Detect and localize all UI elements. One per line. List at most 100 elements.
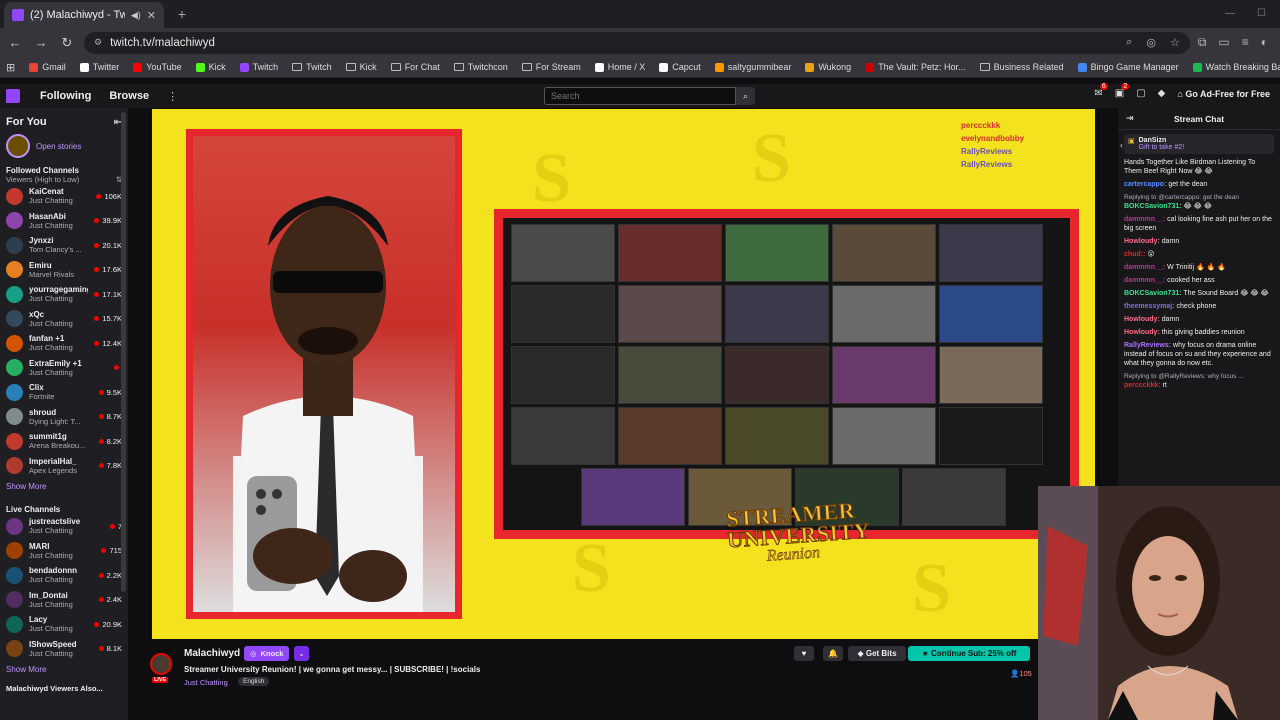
sidebar-channel-item[interactable]: Im_Dontai Just Chatting 2.4K bbox=[0, 588, 128, 613]
streamer-name[interactable]: Malachiwyd bbox=[184, 648, 240, 659]
bookmark-item[interactable]: Kick bbox=[195, 62, 226, 72]
maximize-icon[interactable]: ☐ bbox=[1257, 8, 1266, 19]
bookmark-item[interactable]: Wukong bbox=[805, 62, 851, 72]
sidebar-channel-item[interactable]: shroud Dying Light: T... 8.7K bbox=[0, 405, 128, 430]
sidebar-channel-item[interactable]: MARI Just Chatting 715 bbox=[0, 539, 128, 564]
chat-message[interactable]: dammmn__: cal looking fine ash put her o… bbox=[1124, 215, 1274, 233]
sidebar-channel-item[interactable]: summit1g Arena Breakou... 8.2K bbox=[0, 429, 128, 454]
bookmark-item[interactable]: Capcut bbox=[659, 62, 701, 72]
ad-free-button[interactable]: ⌂ Go Ad-Free for Free bbox=[1177, 89, 1270, 99]
sidebar-channel-item[interactable]: ExtraEmily +1 Just Chatting bbox=[0, 356, 128, 381]
chat-username[interactable]: Howloudy: bbox=[1124, 316, 1160, 323]
chat-username[interactable]: dammmn__: bbox=[1124, 216, 1165, 223]
get-bits-button[interactable]: ◆ Get Bits bbox=[848, 646, 906, 661]
chat-username[interactable]: dammmn__: bbox=[1124, 264, 1165, 271]
search-icon[interactable]: ⌕ bbox=[736, 87, 755, 105]
new-tab-button[interactable]: + bbox=[172, 4, 192, 24]
sidebar-channel-item[interactable]: Jynxzi Tom Clancy's ... 20.1K bbox=[0, 233, 128, 258]
back-icon[interactable]: ← bbox=[6, 35, 24, 50]
sidebar-channel-item[interactable]: fanfan +1 Just Chatting 12.4K bbox=[0, 331, 128, 356]
profile-icon[interactable]: ◐ bbox=[1261, 35, 1268, 50]
bookmark-item[interactable]: For Chat bbox=[390, 62, 440, 72]
notification-bell-icon[interactable]: 🔔 bbox=[823, 646, 843, 661]
sidebar-channel-item[interactable]: Emiru Marvel Rivals 17.6K bbox=[0, 258, 128, 283]
bookmark-item[interactable]: Twitch bbox=[239, 62, 278, 72]
bookmark-item[interactable]: Gmail bbox=[29, 62, 66, 72]
menu-list-icon[interactable]: ≡ bbox=[1242, 35, 1249, 50]
bookmark-item[interactable]: The Vault: Petz: Hor... bbox=[865, 62, 966, 72]
notifications-icon[interactable]: ▣ 2 bbox=[1115, 83, 1130, 99]
reload-icon[interactable]: ↻ bbox=[58, 35, 76, 51]
chat-username[interactable]: Howloudy: bbox=[1124, 329, 1160, 336]
bookmark-item[interactable]: Watch Breaking Bad... bbox=[1192, 62, 1280, 72]
sidebar-channel-item[interactable]: xQc Just Chatting 15.7K bbox=[0, 307, 128, 332]
bookmark-item[interactable]: Kick bbox=[345, 62, 377, 72]
chat-username[interactable]: Howloudy: bbox=[1124, 238, 1160, 245]
eye-slash-icon[interactable]: ◎ bbox=[1146, 36, 1156, 49]
bookmark-item[interactable]: Home / X bbox=[594, 62, 645, 72]
sidebar-channel-item[interactable]: bendadonnn Just Chatting 2.2K bbox=[0, 563, 128, 588]
twitch-logo-icon[interactable] bbox=[6, 89, 20, 103]
whispers-icon[interactable]: ▢ bbox=[1136, 88, 1145, 99]
crown-icon[interactable]: ◆ bbox=[1158, 88, 1166, 99]
chat-username[interactable]: RallyReviews: bbox=[1124, 342, 1171, 349]
bookmark-item[interactable]: For Stream bbox=[521, 62, 581, 72]
inbox-icon[interactable]: ✉ 6 bbox=[1094, 83, 1108, 99]
site-info-icon[interactable]: ⚙ bbox=[94, 37, 102, 48]
nav-browse[interactable]: Browse bbox=[109, 90, 149, 102]
show-more-followed[interactable]: Show More bbox=[0, 478, 128, 499]
forward-icon[interactable]: → bbox=[32, 35, 50, 50]
chat-message[interactable]: dammmn__: W Trinitij 🔥 🔥 🔥 bbox=[1124, 263, 1274, 272]
chat-message[interactable]: RallyReviews: why focus on drama online … bbox=[1124, 341, 1274, 368]
sidebar-channel-item[interactable]: Clix Fortnite 9.5K bbox=[0, 380, 128, 405]
chat-username[interactable]: BOKCSavion731: bbox=[1124, 203, 1182, 210]
apps-grid-icon[interactable]: ⊞ bbox=[6, 61, 15, 74]
chat-message[interactable]: Replying to @cartercappo: get the dean BO… bbox=[1124, 193, 1274, 211]
follow-heart-icon[interactable]: ♥ bbox=[794, 646, 814, 661]
bookmark-item[interactable]: Business Related bbox=[979, 62, 1064, 72]
cast-icon[interactable]: ▭ bbox=[1218, 35, 1229, 50]
chat-username[interactable]: dammmn__: bbox=[1124, 277, 1165, 284]
stream-category-link[interactable]: Just Chatting bbox=[184, 678, 228, 687]
chat-username[interactable]: perccckkk: bbox=[1124, 382, 1161, 389]
minimize-icon[interactable]: — bbox=[1225, 8, 1235, 19]
chat-message[interactable]: Replying to @RallyReviews: why focus ...… bbox=[1124, 372, 1274, 390]
streamer-avatar[interactable] bbox=[150, 653, 172, 675]
collapse-chat-icon[interactable]: ⇥ bbox=[1126, 113, 1134, 124]
sidebar-channel-item[interactable]: ImperialHal_ Apex Legends 7.8K bbox=[0, 454, 128, 479]
chat-message[interactable]: chud:: 😮 bbox=[1124, 250, 1274, 259]
sidebar-channel-item[interactable]: IShowSpeed Just Chatting 8.1K bbox=[0, 637, 128, 662]
sidebar-channel-item[interactable]: KaiCenat Just Chatting 106K bbox=[0, 184, 128, 209]
bookmark-item[interactable]: Bingo Game Manager bbox=[1077, 62, 1179, 72]
bookmark-item[interactable]: Twitchcon bbox=[453, 62, 508, 72]
open-stories-link[interactable]: Open stories bbox=[36, 142, 81, 151]
language-tag[interactable]: English bbox=[238, 677, 270, 686]
stories-row[interactable]: Open stories bbox=[0, 132, 128, 160]
sidebar-scrollbar[interactable] bbox=[121, 112, 126, 592]
chat-username[interactable]: theemessymaj: bbox=[1124, 303, 1175, 310]
bookmark-item[interactable]: saltygummibear bbox=[714, 62, 791, 72]
story-avatar[interactable] bbox=[6, 134, 30, 158]
chat-message[interactable]: theemessymaj: check phone bbox=[1124, 302, 1274, 311]
chat-message[interactable]: cartercappo: get the dean bbox=[1124, 180, 1274, 189]
close-tab-icon[interactable]: ✕ bbox=[147, 9, 156, 22]
more-options-icon[interactable]: ⋮ bbox=[167, 90, 178, 103]
speaker-icon[interactable]: ◀) bbox=[131, 10, 141, 21]
bookmark-item[interactable]: YouTube bbox=[133, 62, 182, 72]
continue-sub-button[interactable]: ★ Continue Sub: 25% off bbox=[908, 646, 1030, 661]
chat-message[interactable]: dammmn__: cooked her ass bbox=[1124, 276, 1274, 285]
sidebar-channel-item[interactable]: justreactslive Just Chatting 7 bbox=[0, 514, 128, 539]
sidebar-channel-item[interactable]: HasanAbi Just Chatting 39.9K bbox=[0, 209, 128, 234]
nav-following[interactable]: Following bbox=[40, 90, 91, 102]
sidebar-channel-item[interactable]: Lacy Just Chatting 20.9K bbox=[0, 612, 128, 637]
chat-message[interactable]: Howloudy: this giving baddies reunion bbox=[1124, 328, 1274, 337]
chat-username[interactable]: BOKCSavion731: bbox=[1124, 290, 1182, 297]
bookmark-item[interactable]: Twitch bbox=[292, 62, 332, 72]
video-player[interactable]: S S S S STREAMER UNIVERSITY Reunion perc… bbox=[152, 109, 1095, 639]
zoom-icon[interactable]: ⌕ bbox=[1126, 36, 1132, 49]
chat-message[interactable]: BOKCSavion731: The Sound Board 😂 😂 😂 bbox=[1124, 289, 1274, 298]
pinned-gift-message[interactable]: ‹ ▣ DanSizn Gift to take #2! bbox=[1120, 134, 1274, 154]
sidebar-channel-item[interactable]: yourragegaming Just Chatting 17.1K bbox=[0, 282, 128, 307]
knock-button[interactable]: ◎ Knock bbox=[244, 646, 290, 661]
chat-message[interactable]: Howloudy: damn bbox=[1124, 315, 1274, 324]
